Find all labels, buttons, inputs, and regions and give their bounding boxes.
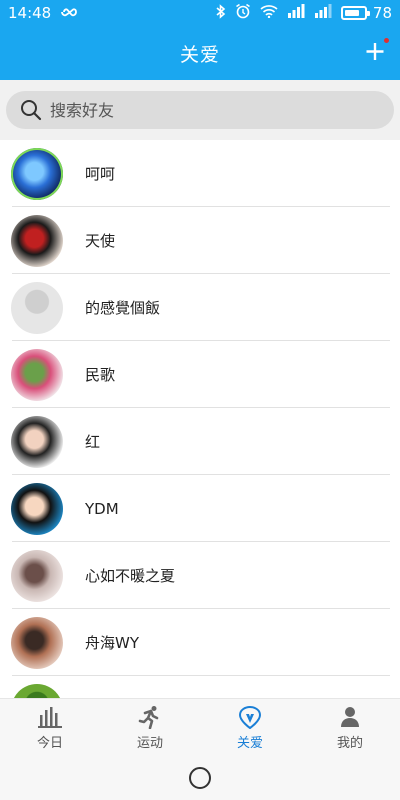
friend-name: 舟海WY	[85, 634, 139, 652]
bluetooth-icon	[216, 3, 226, 23]
page-title: 关爱	[179, 43, 220, 66]
tab-label: 关爱	[236, 735, 263, 751]
friend-row[interactable]: YDM	[0, 475, 400, 542]
tab-today[interactable]: 今日	[0, 699, 100, 756]
friend-row[interactable]: 红	[0, 408, 400, 475]
friend-name: 天使	[85, 232, 116, 250]
heart-shield-icon	[238, 705, 262, 729]
friend-name: 红	[85, 433, 101, 451]
friend-list: 呵呵天使的感覺個飯民歌红 YDM 心如不暖之夏 舟海WY	[0, 140, 400, 698]
person-icon	[341, 706, 359, 727]
tab-label: 我的	[336, 735, 363, 751]
bar-chart-icon	[38, 706, 62, 728]
friend-name: 民歌	[85, 366, 116, 384]
tab-care[interactable]: 关爱	[200, 699, 300, 756]
friend-name: 心如不暖之夏	[85, 567, 176, 585]
status-bar: 14:48 78	[0, 0, 400, 26]
battery-fill	[344, 10, 359, 16]
tab-label: 运动	[136, 735, 163, 751]
signal-icon	[287, 4, 305, 22]
friend-avatar	[11, 214, 63, 267]
signal-icon	[314, 4, 332, 22]
notification-dot	[384, 38, 389, 43]
friend-name: 呵呵	[85, 165, 116, 183]
search-input[interactable]	[50, 100, 350, 120]
search-section	[0, 80, 400, 140]
friend-avatar	[11, 549, 63, 602]
home-button[interactable]	[189, 767, 211, 789]
wifi-icon	[260, 4, 278, 22]
friend-row[interactable]: 心如不暖之夏	[0, 542, 400, 609]
title-bar: 关爱	[0, 26, 400, 80]
friend-row[interactable]	[0, 676, 400, 698]
search-icon	[21, 100, 42, 121]
friend-avatar	[11, 683, 63, 698]
friend-name: YDM	[85, 499, 119, 518]
friend-row[interactable]: 民歌	[0, 341, 400, 408]
friend-row[interactable]: 的感覺個飯	[0, 274, 400, 341]
battery-text: 78	[372, 4, 392, 22]
friend-avatar	[11, 147, 63, 200]
friend-name: 的感覺個飯	[85, 299, 161, 317]
tab-sport[interactable]: 运动	[100, 699, 200, 756]
friend-row[interactable]: 舟海WY	[0, 609, 400, 676]
infinity-icon	[59, 4, 79, 22]
battery-icon	[340, 6, 370, 20]
friend-row[interactable]: 呵呵	[0, 140, 400, 207]
search-bar[interactable]	[6, 91, 394, 129]
friend-avatar	[11, 281, 63, 334]
battery-indicator: 78	[340, 4, 392, 22]
friend-avatar	[11, 415, 63, 468]
friend-avatar	[11, 482, 63, 535]
add-friend-button[interactable]	[362, 38, 389, 64]
tab-label: 今日	[36, 735, 63, 751]
runner-icon	[138, 705, 159, 729]
friend-row[interactable]: 天使	[0, 207, 400, 274]
alarm-icon	[235, 3, 251, 23]
bottom-tab-bar: 今日 运动 关爱 我的	[0, 698, 400, 756]
friend-avatar	[11, 348, 63, 401]
tab-mine[interactable]: 我的	[300, 699, 400, 756]
system-nav-bar	[0, 756, 400, 800]
friend-avatar	[11, 616, 63, 669]
app-header: 14:48 78 关爱	[0, 0, 400, 80]
status-time: 14:48	[8, 4, 52, 22]
